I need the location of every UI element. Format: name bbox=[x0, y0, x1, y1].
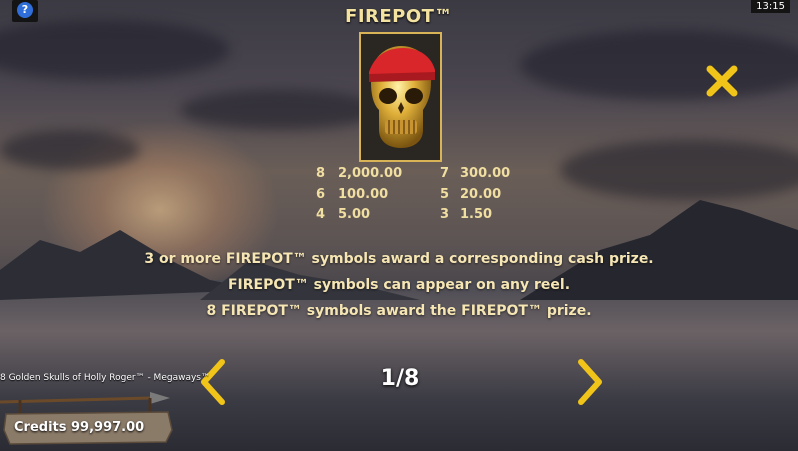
symbol-count: 8 bbox=[316, 166, 326, 181]
paytable-entry: 7 300.00 bbox=[440, 166, 510, 181]
symbol-frame bbox=[359, 32, 442, 162]
description-line: 8 FIREPOT™ symbols award the FIREPOT™ pr… bbox=[206, 303, 592, 319]
payout-value: 2,000.00 bbox=[338, 166, 403, 181]
paytable-entry: 8 2,000.00 bbox=[316, 166, 402, 181]
description-line: FIREPOT™ symbols can appear on any reel. bbox=[227, 277, 571, 293]
payout-value: 300.00 bbox=[460, 166, 511, 181]
payout-value: 20.00 bbox=[460, 186, 502, 202]
paytable-row: 4 5.00 3 1.50 bbox=[312, 207, 532, 228]
chevron-right-icon[interactable] bbox=[575, 358, 607, 406]
description-line: 3 or more FIREPOT™ symbols award a corre… bbox=[144, 251, 654, 267]
paytable-entry: 4 5.00 bbox=[316, 207, 370, 222]
golden-skull-red-bandana-icon bbox=[369, 46, 435, 148]
cloud bbox=[0, 20, 230, 80]
payout-value: 1.50 bbox=[460, 207, 493, 222]
close-icon[interactable] bbox=[705, 64, 739, 98]
page-title: FIREPOT™ bbox=[345, 6, 453, 27]
payout-value: 100.00 bbox=[338, 186, 389, 202]
paytable-row: 8 2,000.00 7 300.00 bbox=[312, 166, 532, 187]
payout-value: 5.00 bbox=[338, 207, 371, 222]
paytable-entry: 5 20.00 bbox=[440, 187, 501, 202]
cloud bbox=[0, 130, 140, 170]
cloud bbox=[180, 90, 380, 130]
paytable-entry: 6 100.00 bbox=[316, 187, 388, 202]
symbol-count: 6 bbox=[316, 186, 326, 202]
paytable-entry: 3 1.50 bbox=[440, 207, 492, 222]
symbol-count: 7 bbox=[440, 166, 450, 181]
symbol-count: 3 bbox=[440, 207, 450, 222]
symbol-count: 4 bbox=[316, 207, 326, 222]
paytable-row: 6 100.00 5 20.00 bbox=[312, 187, 532, 208]
credits-display: Credits 99,997.00 bbox=[14, 420, 145, 435]
cloud bbox=[520, 30, 798, 100]
symbol-count: 5 bbox=[440, 186, 450, 202]
game-title: 8 Golden Skulls of Holly Roger™ - Megawa… bbox=[0, 373, 210, 383]
paytable: 8 2,000.00 7 300.00 6 100.00 5 20.00 4 5… bbox=[312, 166, 532, 228]
page-indicator: 1/8 bbox=[380, 366, 420, 391]
